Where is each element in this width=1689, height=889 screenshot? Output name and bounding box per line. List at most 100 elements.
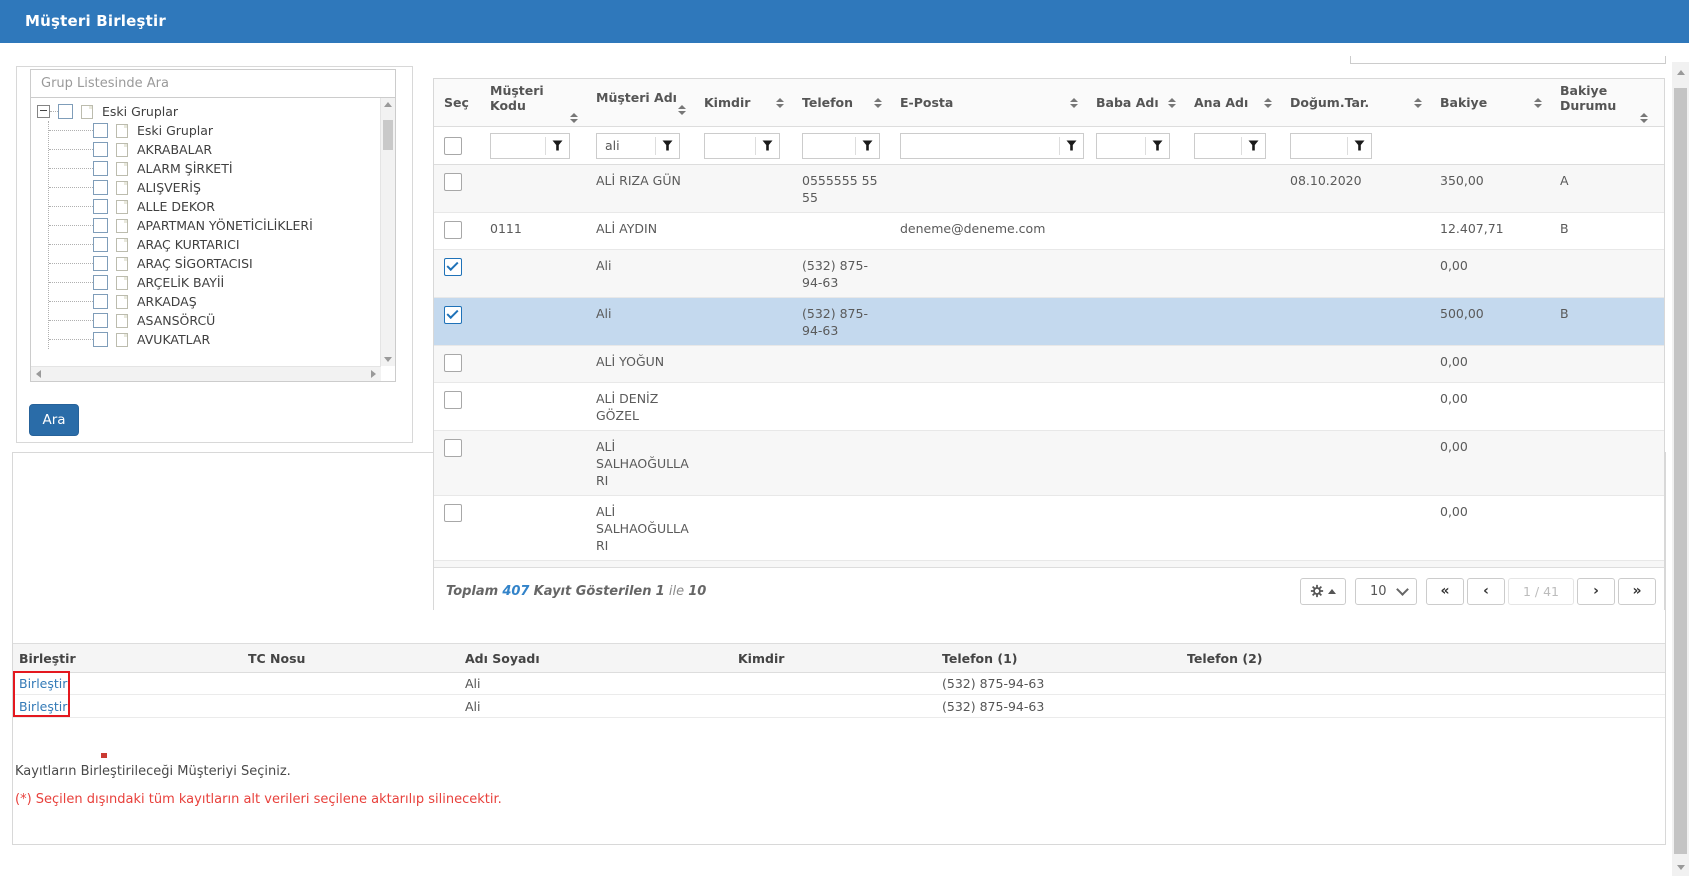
prev-page-button[interactable]: ‹ — [1467, 578, 1505, 605]
tree-item-label[interactable]: AVUKATLAR — [137, 332, 210, 347]
column-header-baba[interactable]: Baba Adı — [1086, 79, 1184, 126]
tree-item[interactable]: APARTMAN YÖNETİCİLİKLERİ — [49, 216, 381, 235]
tree-item-label[interactable]: ARAÇ KURTARICI — [137, 237, 240, 252]
tree-checkbox[interactable] — [93, 313, 108, 328]
sort-icon[interactable] — [1164, 98, 1176, 108]
sort-icon[interactable] — [1410, 98, 1422, 108]
scroll-down-icon[interactable] — [384, 357, 392, 362]
grid-search-input-partial[interactable] — [1350, 56, 1666, 64]
column-header-kimdir[interactable]: Kimdir — [694, 79, 792, 126]
filter-icon[interactable] — [855, 137, 879, 155]
tree-item[interactable]: ARÇELİK BAYİİ — [49, 273, 381, 292]
row-checkbox[interactable] — [444, 258, 462, 276]
filter-icon[interactable] — [655, 137, 679, 155]
tree-item[interactable]: ARKADAŞ — [49, 292, 381, 311]
tree-checkbox[interactable] — [93, 199, 108, 214]
column-header-ana[interactable]: Ana Adı — [1184, 79, 1280, 126]
sort-icon[interactable] — [1530, 98, 1542, 108]
sort-icon[interactable] — [674, 105, 686, 115]
sort-icon[interactable] — [1260, 98, 1272, 108]
sort-icon[interactable] — [870, 98, 882, 108]
tree-item[interactable]: AKRABALAR — [49, 140, 381, 159]
scroll-right-icon[interactable] — [371, 370, 376, 378]
filter-icon[interactable] — [1347, 137, 1371, 155]
search-button[interactable]: Ara — [29, 404, 79, 436]
tree-item-label[interactable]: AKRABALAR — [137, 142, 212, 157]
tree-item-label[interactable]: ALLE DEKOR — [137, 199, 215, 214]
page-scroll-thumb[interactable] — [1674, 88, 1687, 854]
filter-input-telefon[interactable] — [803, 138, 855, 153]
tree-checkbox[interactable] — [93, 275, 108, 290]
filter-icon[interactable] — [545, 137, 569, 155]
column-header-bakiye[interactable]: Bakiye — [1430, 79, 1550, 126]
tree-item-label[interactable]: APARTMAN YÖNETİCİLİKLERİ — [137, 218, 313, 233]
filter-input-dogum[interactable] — [1291, 138, 1347, 153]
tree-item-label[interactable]: ALIŞVERİŞ — [137, 180, 201, 195]
tree-checkbox[interactable] — [93, 142, 108, 157]
group-search-input[interactable] — [30, 69, 396, 98]
row-checkbox[interactable] — [444, 306, 462, 324]
scroll-left-icon[interactable] — [36, 370, 41, 378]
page-scroll-up-button[interactable] — [1672, 62, 1689, 82]
sort-icon[interactable] — [1636, 113, 1648, 123]
tree-scroll-thumb[interactable] — [383, 120, 393, 150]
tree-checkbox[interactable] — [93, 294, 108, 309]
tree-checkbox[interactable] — [93, 218, 108, 233]
sort-icon[interactable] — [1066, 98, 1078, 108]
filter-icon[interactable] — [1241, 137, 1265, 155]
tree-item-label[interactable]: ALARM ŞİRKETİ — [137, 161, 233, 176]
tree-item-label[interactable]: Eski Gruplar — [137, 123, 213, 138]
column-header-kodu[interactable]: Müşteri Kodu — [480, 79, 586, 126]
filter-input-adi[interactable] — [597, 138, 655, 153]
tree-item[interactable]: ARAÇ SİGORTACISI — [49, 254, 381, 273]
row-checkbox[interactable] — [444, 504, 462, 522]
filter-icon[interactable] — [755, 137, 779, 155]
tree-checkbox[interactable] — [93, 161, 108, 176]
tree-item[interactable]: ALARM ŞİRKETİ — [49, 159, 381, 178]
tree-item[interactable]: ALIŞVERİŞ — [49, 178, 381, 197]
filter-icon[interactable] — [1059, 137, 1083, 155]
filter-icon[interactable] — [1145, 137, 1169, 155]
page-scrollbar[interactable] — [1672, 62, 1689, 876]
filter-input-eposta[interactable] — [901, 138, 1059, 153]
tree-item[interactable]: ALLE DEKOR — [49, 197, 381, 216]
sort-icon[interactable] — [566, 113, 578, 123]
tree-item-label[interactable]: ARAÇ SİGORTACISI — [137, 256, 253, 271]
tree-item[interactable]: ASANSÖRCÜ — [49, 311, 381, 330]
column-header-durum[interactable]: Bakiye Durumu — [1550, 79, 1656, 126]
tree-horizontal-scrollbar[interactable] — [31, 366, 381, 381]
tree-root-label[interactable]: Eski Gruplar — [102, 104, 178, 119]
tree-item[interactable]: AVUKATLAR — [49, 330, 381, 349]
row-checkbox[interactable] — [444, 354, 462, 372]
scroll-up-icon[interactable] — [384, 102, 392, 107]
filter-input-kodu[interactable] — [491, 138, 545, 153]
tree-checkbox[interactable] — [93, 256, 108, 271]
page-scroll-down-button[interactable] — [1672, 858, 1689, 876]
tree-checkbox[interactable] — [58, 104, 73, 119]
filter-input-kimdir[interactable] — [705, 138, 755, 153]
first-page-button[interactable]: « — [1426, 578, 1464, 605]
column-header-dogum[interactable]: Doğum.Tar. — [1280, 79, 1430, 126]
row-checkbox[interactable] — [444, 221, 462, 239]
tree-checkbox[interactable] — [93, 332, 108, 347]
tree-item[interactable]: Eski Gruplar — [49, 121, 381, 140]
tree-checkbox[interactable] — [93, 180, 108, 195]
tree-item-label[interactable]: ARÇELİK BAYİİ — [137, 275, 224, 290]
filter-input-ana[interactable] — [1195, 138, 1241, 153]
filter-input-baba[interactable] — [1097, 138, 1145, 153]
grid-settings-button[interactable] — [1300, 578, 1346, 605]
column-header-telefon[interactable]: Telefon — [792, 79, 890, 126]
page-size-select[interactable]: 10 — [1355, 578, 1417, 605]
tree-root-item[interactable]: Eski Gruplar — [37, 102, 381, 121]
row-checkbox[interactable] — [444, 439, 462, 457]
column-header-adi[interactable]: Müşteri Adı — [586, 79, 694, 126]
select-all-checkbox[interactable] — [444, 137, 462, 155]
tree-item-label[interactable]: ASANSÖRCÜ — [137, 313, 215, 328]
next-page-button[interactable]: › — [1577, 578, 1615, 605]
column-header-eposta[interactable]: E-Posta — [890, 79, 1086, 126]
row-checkbox[interactable] — [444, 391, 462, 409]
tree-checkbox[interactable] — [93, 237, 108, 252]
row-checkbox[interactable] — [444, 173, 462, 191]
tree-checkbox[interactable] — [93, 123, 108, 138]
tree-item[interactable]: ARAÇ KURTARICI — [49, 235, 381, 254]
